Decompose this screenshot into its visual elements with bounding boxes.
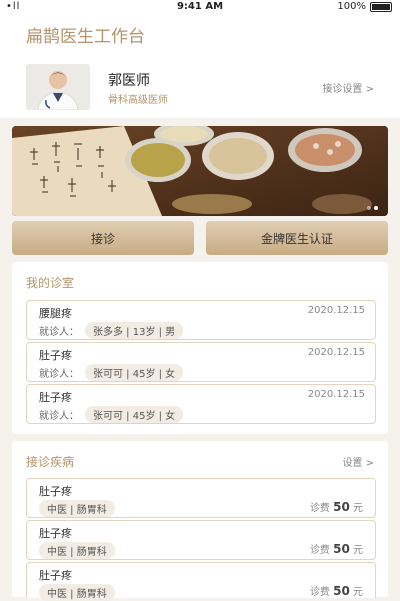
page-title: 扁鹊医生工作台 — [26, 27, 145, 47]
patient-row: 就诊人： 张可可 | 45岁 | 女 — [39, 406, 184, 423]
fee-unit: 元 — [353, 545, 363, 556]
fee-label: 诊费 — [309, 503, 330, 514]
case-card[interactable]: 腰腿疼 2020.12.15 就诊人： 张多多 | 13岁 | 男 — [26, 300, 376, 340]
consult-button[interactable]: 接诊 — [12, 221, 194, 255]
battery-status: 100% — [337, 1, 392, 12]
fee-amount: 50 — [333, 500, 350, 514]
patient-row: 就诊人： 张可可 | 45岁 | 女 — [39, 364, 184, 381]
disease-card[interactable]: 肚子疼 中医 | 肠胃科 诊费 50 元 — [26, 562, 376, 601]
battery-percent: 100% — [337, 1, 366, 12]
fee-label: 诊费 — [309, 587, 330, 598]
herbal-medicine-banner[interactable] — [12, 126, 388, 216]
avatar — [26, 64, 90, 110]
disease-department: 中医 | 肠胃科 — [39, 542, 115, 559]
case-card[interactable]: 肚子疼 2020.12.15 就诊人： 张可可 | 45岁 | 女 — [26, 384, 376, 424]
disease-card[interactable]: 肚子疼 中医 | 肠胃科 诊费 50 元 — [26, 478, 376, 518]
disease-name: 肚子疼 — [39, 485, 72, 498]
patient-info: 张可可 | 45岁 | 女 — [85, 364, 184, 381]
battery-icon — [370, 1, 392, 12]
gold-doctor-certification-button[interactable]: 金牌医生认证 — [206, 221, 388, 255]
patient-row: 就诊人： 张多多 | 13岁 | 男 — [39, 322, 184, 339]
accepted-diseases-section: 接诊疾病 设置 > 肚子疼 中医 | 肠胃科 诊费 50 元 肚子疼 中医 | … — [12, 441, 388, 601]
disease-settings-link[interactable]: 设置 > — [342, 454, 374, 469]
disease-dept-row: 中医 | 肠胃科 — [39, 500, 115, 517]
case-complaint: 肚子疼 — [39, 391, 72, 404]
disease-dept-row: 中医 | 肠胃科 — [39, 542, 115, 559]
case-date: 2020.12.15 — [307, 347, 365, 358]
disease-name: 肚子疼 — [39, 569, 72, 582]
doctor-card: 郭医师 骨科高级医师 接诊设置 > — [0, 58, 400, 118]
my-clinic-section: 我的诊室 腰腿疼 2020.12.15 就诊人： 张多多 | 13岁 | 男 肚… — [12, 262, 388, 434]
section-title: 接诊疾病 — [26, 455, 75, 469]
patient-label: 就诊人： — [39, 327, 79, 338]
app-header: 扁鹊医生工作台 — [0, 14, 400, 58]
fee-unit: 元 — [353, 587, 363, 598]
doctor-name: 郭医师 — [108, 73, 150, 89]
doctor-title: 骨科高级医师 — [108, 95, 168, 106]
fee-unit: 元 — [353, 503, 363, 514]
case-date: 2020.12.15 — [307, 389, 365, 400]
patient-label: 就诊人： — [39, 369, 79, 380]
status-bar: •ll 9:41 AM 100% — [0, 0, 400, 14]
disease-dept-row: 中医 | 肠胃科 — [39, 584, 115, 601]
case-date: 2020.12.15 — [307, 305, 365, 316]
section-title: 我的诊室 — [26, 276, 75, 290]
pagination-dot — [367, 206, 371, 210]
disease-card[interactable]: 肚子疼 中医 | 肠胃科 诊费 50 元 — [26, 520, 376, 560]
consult-fee: 诊费 50 元 — [310, 583, 363, 598]
fee-label: 诊费 — [309, 545, 330, 556]
banner-pagination — [367, 206, 378, 210]
case-card[interactable]: 肚子疼 2020.12.15 就诊人： 张可可 | 45岁 | 女 — [26, 342, 376, 382]
fee-amount: 50 — [333, 542, 350, 556]
consult-fee: 诊费 50 元 — [310, 541, 363, 556]
case-complaint: 腰腿疼 — [39, 307, 72, 320]
patient-info: 张可可 | 45岁 | 女 — [85, 406, 184, 423]
disease-department: 中医 | 肠胃科 — [39, 584, 115, 601]
consult-fee: 诊费 50 元 — [310, 499, 363, 514]
consult-settings-link[interactable]: 接诊设置 > — [322, 80, 374, 95]
fee-amount: 50 — [333, 584, 350, 598]
case-complaint: 肚子疼 — [39, 349, 72, 362]
patient-info: 张多多 | 13岁 | 男 — [85, 322, 184, 339]
disease-name: 肚子疼 — [39, 527, 72, 540]
disease-department: 中医 | 肠胃科 — [39, 500, 115, 517]
patient-label: 就诊人： — [39, 411, 79, 422]
pagination-dot-active — [374, 206, 378, 210]
